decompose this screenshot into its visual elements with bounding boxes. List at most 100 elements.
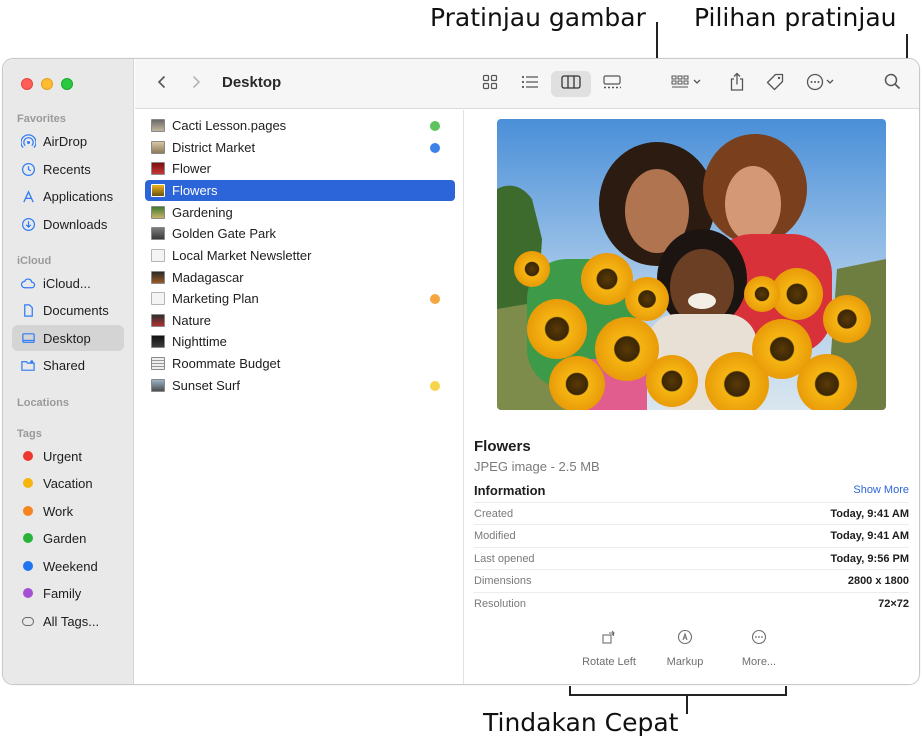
sidebar-tag-family[interactable]: Family: [12, 580, 124, 606]
quick-action-rotate-left[interactable]: Rotate Left: [569, 629, 649, 668]
sidebar-tag-weekend[interactable]: Weekend: [12, 553, 124, 579]
pages-document-icon: [151, 119, 165, 132]
sidebar-item-icloud-drive[interactable]: iCloud...: [12, 270, 124, 296]
tag-color-dot: [23, 451, 33, 461]
share-button[interactable]: [723, 71, 751, 97]
sidebar-item-airdrop[interactable]: AirDrop: [12, 128, 124, 154]
sidebar-item-label: All Tags...: [43, 613, 100, 629]
download-icon: [20, 216, 36, 232]
sidebar-item-downloads[interactable]: Downloads: [12, 211, 124, 237]
file-name: Flowers: [172, 183, 218, 198]
sidebar-section-tags: Tags: [17, 428, 42, 440]
sidebar-item-label: AirDrop: [43, 133, 88, 149]
more-icon: [751, 629, 767, 656]
sidebar-all-tags[interactable]: All Tags...: [12, 608, 124, 634]
info-value: 72×72: [878, 597, 909, 610]
back-button[interactable]: [149, 71, 175, 97]
clock-icon: [20, 161, 36, 177]
tag-button[interactable]: [761, 71, 789, 97]
file-name: Marketing Plan: [172, 291, 259, 306]
search-icon: [884, 73, 901, 95]
file-row-sunset-surf[interactable]: Sunset Surf: [145, 375, 455, 396]
preview-pane: Flowers JPEG image - 2.5 MB Information …: [465, 110, 919, 684]
file-row-local-market-newsletter[interactable]: Local Market Newsletter: [145, 245, 455, 266]
tag-color-dot: [23, 533, 33, 543]
markup-icon: [677, 629, 693, 656]
sidebar-item-label: Vacation: [43, 475, 93, 491]
image-thumbnail-icon: [151, 335, 165, 348]
desktop-icon: [20, 330, 36, 346]
info-key: Last opened: [474, 552, 535, 565]
file-row-district-market[interactable]: District Market: [145, 137, 455, 158]
sidebar-tag-garden[interactable]: Garden: [12, 525, 124, 551]
column-view-button[interactable]: [551, 71, 591, 97]
icon-view-button[interactable]: [475, 71, 505, 97]
sidebar-item-label: Garden: [43, 530, 87, 546]
sidebar-item-documents[interactable]: Documents: [12, 297, 124, 323]
document-icon: [20, 302, 36, 318]
preview-image[interactable]: [497, 119, 886, 410]
sidebar-item-shared[interactable]: Shared: [12, 352, 124, 378]
info-row-created: Created Today, 9:41 AM: [474, 502, 909, 524]
quick-action-label: Rotate Left: [582, 656, 636, 668]
sidebar-section-icloud: iCloud: [17, 255, 52, 267]
gallery-view-icon: [602, 74, 622, 94]
file-row-gardening[interactable]: Gardening: [145, 202, 455, 223]
callout-quick-actions-line: [686, 694, 688, 714]
tag-color-dot: [23, 588, 33, 598]
forward-button[interactable]: [183, 71, 209, 97]
gallery-view-button[interactable]: [595, 71, 629, 97]
file-row-madagascar[interactable]: Madagascar: [145, 267, 455, 288]
image-thumbnail-icon: [151, 227, 165, 240]
cloud-icon: [20, 275, 36, 291]
column-view-icon: [561, 74, 581, 94]
sidebar-section-favorites: Favorites: [17, 113, 66, 125]
file-row-nature[interactable]: Nature: [145, 310, 455, 331]
file-row-golden-gate-park[interactable]: Golden Gate Park: [145, 223, 455, 244]
callout-bracket-left: [569, 686, 571, 695]
sidebar-item-recents[interactable]: Recents: [12, 156, 124, 182]
sidebar-tag-vacation[interactable]: Vacation: [12, 470, 124, 496]
sidebar-item-label: Weekend: [43, 558, 98, 574]
close-window-button[interactable]: [21, 78, 33, 90]
minimize-window-button[interactable]: [41, 78, 53, 90]
file-row-flower[interactable]: Flower: [145, 158, 455, 179]
file-row-nighttime[interactable]: Nighttime: [145, 331, 455, 352]
list-view-button[interactable]: [513, 71, 547, 97]
quick-action-more[interactable]: More...: [719, 629, 799, 668]
window-title: Desktop: [222, 74, 282, 91]
search-button[interactable]: [879, 71, 905, 97]
file-name: Roommate Budget: [172, 356, 281, 371]
file-column: Cacti Lesson.pages District Market Flowe…: [135, 110, 464, 684]
spreadsheet-thumbnail-icon: [151, 357, 165, 370]
sidebar-section-locations: Locations: [17, 397, 69, 409]
quick-action-markup[interactable]: Markup: [645, 629, 725, 668]
sidebar-item-applications[interactable]: Applications: [12, 183, 124, 209]
show-more-link[interactable]: Show More: [853, 484, 909, 496]
tag-color-dot: [23, 478, 33, 488]
file-row-roommate-budget[interactable]: Roommate Budget: [145, 353, 455, 374]
airdrop-icon: [20, 133, 36, 149]
sidebar-item-label: Shared: [43, 357, 85, 373]
info-row-modified: Modified Today, 9:41 AM: [474, 524, 909, 546]
applications-icon: [20, 188, 36, 204]
file-row-marketing-plan[interactable]: Marketing Plan: [145, 288, 455, 309]
chevron-left-icon: [157, 75, 167, 94]
sidebar-tag-urgent[interactable]: Urgent: [12, 443, 124, 469]
zoom-window-button[interactable]: [61, 78, 73, 90]
sidebar-item-label: Work: [43, 503, 74, 519]
file-row-flowers[interactable]: Flowers: [145, 180, 455, 201]
preview-file-kind: JPEG image - 2.5 MB: [474, 459, 600, 474]
sidebar-item-label: Documents: [43, 302, 109, 318]
sidebar-tag-work[interactable]: Work: [12, 498, 124, 524]
file-tag-dot: [430, 293, 440, 304]
more-actions-button[interactable]: [801, 71, 841, 97]
sidebar-item-desktop[interactable]: Desktop: [12, 325, 124, 351]
file-name: Local Market Newsletter: [172, 248, 312, 263]
group-icon: [671, 75, 703, 94]
info-key: Created: [474, 507, 514, 520]
info-value: 2800 x 1800: [847, 574, 909, 587]
callout-bracket-right: [785, 686, 787, 695]
file-row-cacti-lesson[interactable]: Cacti Lesson.pages: [145, 115, 455, 136]
group-button[interactable]: [665, 71, 709, 97]
